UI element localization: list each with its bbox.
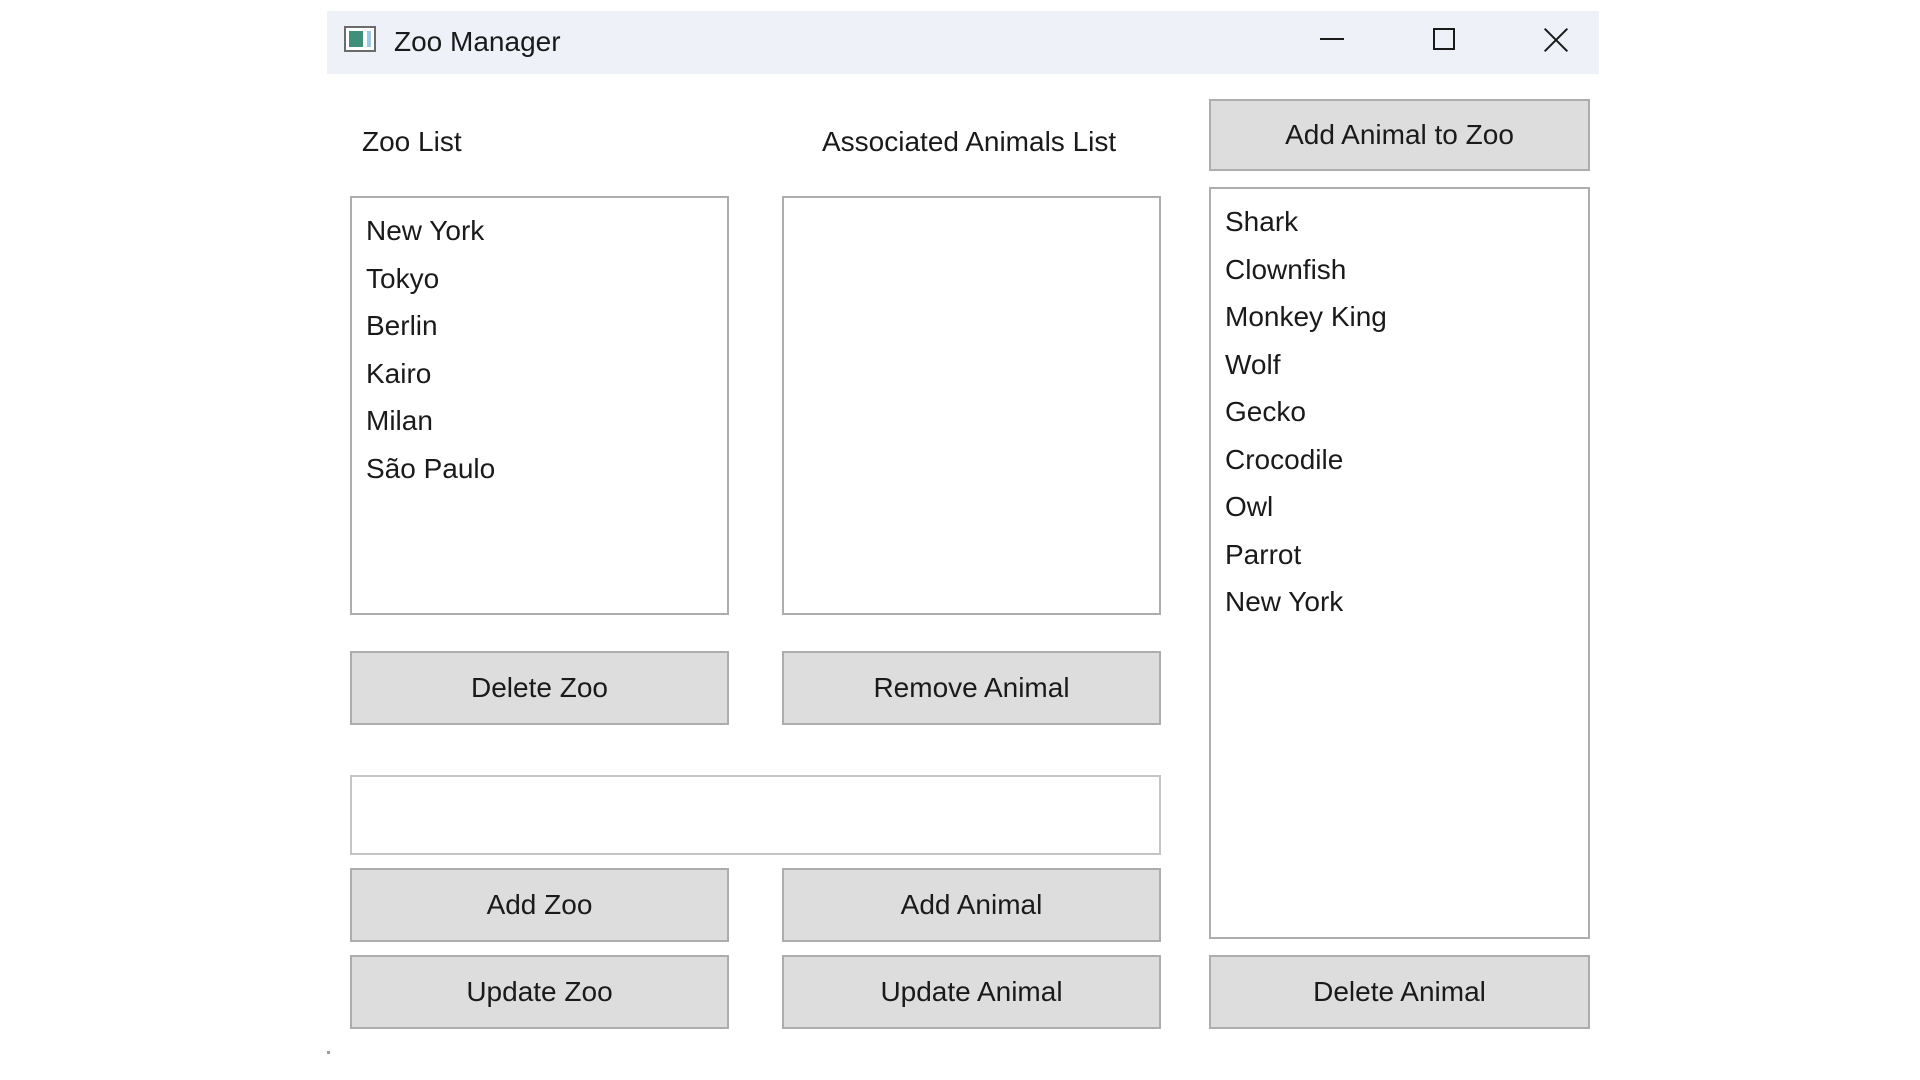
update-zoo-button[interactable]: Update Zoo bbox=[350, 955, 729, 1029]
animal-list-item[interactable]: Monkey King bbox=[1225, 293, 1588, 341]
main-window: Zoo Manager Zoo List New York Tokyo Berl… bbox=[327, 11, 1599, 1056]
window-title: Zoo Manager bbox=[394, 26, 561, 57]
zoo-list-item[interactable]: Kairo bbox=[366, 350, 727, 398]
zoo-list-heading: Zoo List bbox=[362, 126, 462, 157]
zoo-list-item[interactable]: Milan bbox=[366, 397, 727, 445]
minimize-button[interactable] bbox=[1287, 11, 1377, 74]
add-animal-button[interactable]: Add Animal bbox=[782, 868, 1161, 942]
add-animal-to-zoo-button[interactable]: Add Animal to Zoo bbox=[1209, 99, 1590, 171]
add-zoo-button[interactable]: Add Zoo bbox=[350, 868, 729, 942]
zoo-list-item[interactable]: Tokyo bbox=[366, 255, 727, 303]
zoo-listbox[interactable]: New York Tokyo Berlin Kairo Milan São Pa… bbox=[350, 196, 729, 615]
animal-list-item[interactable]: Owl bbox=[1225, 483, 1588, 531]
animal-list-item[interactable]: Parrot bbox=[1225, 531, 1588, 579]
animal-list-item[interactable]: Crocodile bbox=[1225, 436, 1588, 484]
remove-animal-button[interactable]: Remove Animal bbox=[782, 651, 1161, 725]
animal-list-item[interactable]: Clownfish bbox=[1225, 246, 1588, 294]
zoo-list-item[interactable]: New York bbox=[366, 207, 727, 255]
title-bar[interactable]: Zoo Manager bbox=[327, 11, 1599, 74]
close-icon bbox=[1543, 27, 1569, 53]
maximize-button[interactable] bbox=[1397, 11, 1487, 74]
zoo-list-item[interactable]: Berlin bbox=[366, 302, 727, 350]
update-animal-button[interactable]: Update Animal bbox=[782, 955, 1161, 1029]
app-window-icon bbox=[344, 26, 376, 52]
resize-grip bbox=[327, 1051, 330, 1054]
animal-list-item[interactable]: New York bbox=[1225, 578, 1588, 626]
name-input[interactable] bbox=[350, 775, 1161, 855]
animal-list-item[interactable]: Shark bbox=[1225, 198, 1588, 246]
zoo-list-item[interactable]: São Paulo bbox=[366, 445, 727, 493]
minimize-icon bbox=[1320, 38, 1344, 40]
animal-list-item[interactable]: Gecko bbox=[1225, 388, 1588, 436]
delete-animal-button[interactable]: Delete Animal bbox=[1209, 955, 1590, 1029]
delete-zoo-button[interactable]: Delete Zoo bbox=[350, 651, 729, 725]
maximize-icon bbox=[1433, 28, 1455, 50]
animal-list-item[interactable]: Wolf bbox=[1225, 341, 1588, 389]
associated-animals-heading: Associated Animals List bbox=[822, 126, 1117, 157]
animals-listbox[interactable]: Shark Clownfish Monkey King Wolf Gecko C… bbox=[1209, 187, 1590, 939]
associated-animals-listbox[interactable] bbox=[782, 196, 1161, 615]
close-button[interactable] bbox=[1509, 11, 1599, 74]
